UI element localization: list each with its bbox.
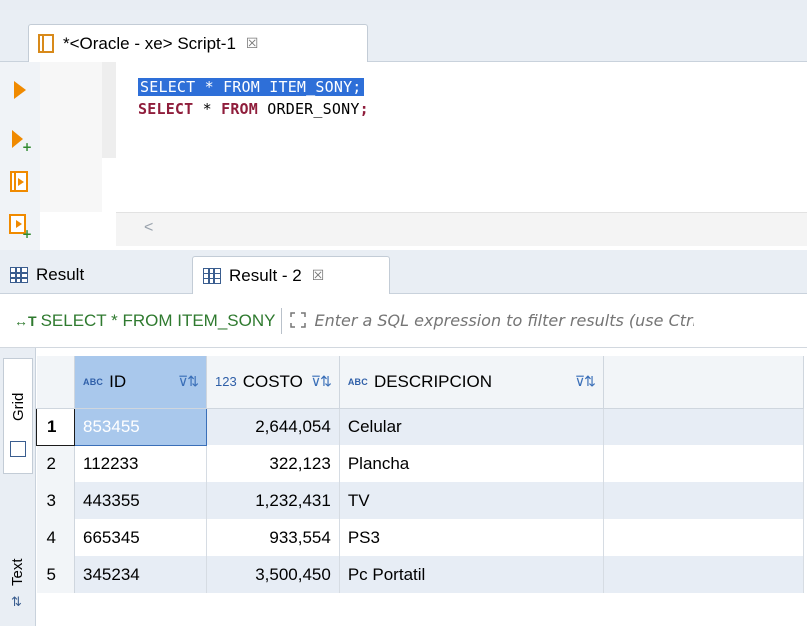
column-header-descripcion[interactable]: ABC DESCRIPCION ⊽⇅: [339, 356, 604, 409]
tab-result-2[interactable]: Result - 2 ☒: [192, 256, 390, 294]
tab-grid-label: Grid: [10, 392, 27, 421]
result-tab-bar: Result Result - 2 ☒: [0, 250, 807, 294]
cell-empty: [603, 408, 804, 445]
row-number[interactable]: 4: [36, 519, 75, 556]
empty-header: [603, 356, 804, 409]
results-grid: ABC ID ⊽⇅ 123 COSTO ⊽⇅ ABC DESCRIPCION ⊽⇅ 1 85…: [36, 356, 807, 593]
cell-costo[interactable]: 933,554: [206, 519, 340, 556]
grid-corner[interactable]: [36, 356, 75, 409]
row-number[interactable]: 2: [36, 445, 75, 482]
cell-empty: [603, 445, 804, 482]
svg-text:+: +: [22, 140, 32, 152]
query-label[interactable]: ↔T SELECT * FROM ITEM_SONY: [0, 311, 275, 331]
execution-toolbar: + +: [0, 62, 40, 250]
filter-input[interactable]: [314, 311, 695, 330]
sql-text: *: [193, 100, 222, 118]
cell-id[interactable]: 112233: [74, 445, 207, 482]
cell-descripcion[interactable]: Celular: [339, 408, 604, 445]
sql-keyword: SELECT: [138, 100, 194, 118]
cell-costo[interactable]: 3,500,450: [206, 556, 340, 593]
horizontal-scrollbar[interactable]: <: [116, 212, 807, 246]
table-row[interactable]: 2 112233 322,123 Plancha: [36, 445, 804, 482]
filter-sort-icon[interactable]: ⊽⇅: [311, 373, 332, 390]
cell-empty: [603, 482, 804, 519]
column-name: DESCRIPCION: [373, 371, 493, 391]
text-icon: ⇅: [11, 594, 22, 609]
tab-result-2-label: Result - 2: [229, 265, 302, 285]
execute-statement-icon[interactable]: [8, 78, 32, 102]
table-row[interactable]: 4 665345 933,554 PS3: [36, 519, 804, 556]
execute-new-tab-icon[interactable]: +: [8, 128, 32, 154]
tab-text-label: Text: [9, 558, 26, 586]
cell-descripcion[interactable]: TV: [339, 482, 604, 519]
tab-text[interactable]: Text ⇅: [3, 528, 33, 618]
cell-costo[interactable]: 1,232,431: [206, 482, 340, 519]
column-header-costo[interactable]: 123 COSTO ⊽⇅: [206, 356, 340, 409]
table-row[interactable]: 3 443355 1,232,431 TV: [36, 482, 804, 519]
close-icon[interactable]: ☒: [312, 267, 325, 284]
svg-text:+: +: [22, 227, 32, 238]
tab-result-label: Result: [36, 265, 85, 284]
execute-script-new-tab-icon[interactable]: +: [8, 214, 32, 241]
sql-text: ORDER_SONY: [258, 100, 360, 118]
text-type-icon: ABC: [83, 376, 104, 387]
view-mode-tabs: Grid Text ⇅: [0, 348, 36, 626]
cell-id[interactable]: 443355: [74, 482, 207, 519]
grid-icon: [10, 267, 28, 283]
row-number[interactable]: 1: [36, 407, 75, 446]
editor-tab-bar: *<Oracle - xe> Script-1 ☒: [0, 10, 807, 62]
row-number[interactable]: 5: [36, 556, 75, 593]
cell-descripcion[interactable]: Plancha: [339, 445, 604, 482]
column-name: ID: [109, 371, 127, 391]
cell-descripcion[interactable]: PS3: [339, 519, 604, 556]
text-type-icon: ABC: [347, 376, 368, 387]
divider: [281, 307, 283, 334]
cell-empty: [603, 519, 804, 556]
close-icon[interactable]: ☒: [246, 35, 259, 52]
tab-grid[interactable]: Grid: [3, 358, 33, 474]
window-top-strip: [0, 0, 807, 10]
grid-icon: [10, 441, 26, 457]
script-tab-title: *<Oracle - xe> Script-1: [63, 33, 236, 53]
cell-id[interactable]: 345234: [74, 556, 207, 593]
cell-costo[interactable]: 2,644,054: [206, 408, 340, 445]
script-tab[interactable]: *<Oracle - xe> Script-1 ☒: [28, 24, 368, 62]
sql-script-icon: [37, 33, 57, 55]
sql-editor[interactable]: SELECT * FROM ITEM_SONY; SELECT * FROM O…: [116, 62, 807, 212]
query-text: SELECT * FROM ITEM_SONY: [40, 310, 276, 330]
code-line-2[interactable]: SELECT * FROM ORDER_SONY;: [138, 100, 369, 118]
sql-keyword: FROM: [221, 100, 259, 118]
filter-bar: ↔T SELECT * FROM ITEM_SONY: [0, 294, 807, 348]
cell-id[interactable]: 665345: [74, 519, 207, 556]
column-header-id[interactable]: ABC ID ⊽⇅: [74, 356, 207, 409]
scroll-left-icon[interactable]: <: [144, 219, 153, 237]
cell-costo[interactable]: 322,123: [206, 445, 340, 482]
row-number[interactable]: 3: [36, 482, 75, 519]
filter-sort-icon[interactable]: ⊽⇅: [178, 373, 199, 390]
table-row[interactable]: 1 853455 2,644,054 Celular: [36, 407, 804, 446]
cell-descripcion[interactable]: Pc Portatil: [339, 556, 604, 593]
cell-id[interactable]: 853455: [74, 407, 207, 446]
execute-script-icon[interactable]: [8, 170, 32, 194]
tab-result[interactable]: Result: [0, 256, 186, 294]
line-number-gutter: [40, 62, 102, 212]
code-line-1[interactable]: SELECT * FROM ITEM_SONY;: [138, 78, 364, 96]
column-name: COSTO: [242, 371, 303, 391]
ruler-column: [102, 62, 116, 158]
number-type-icon: 123: [215, 374, 237, 390]
grid-icon: [203, 267, 221, 284]
query-icon: ↔T: [14, 312, 37, 329]
expand-icon[interactable]: [288, 311, 308, 331]
filter-sort-icon[interactable]: ⊽⇅: [575, 373, 596, 390]
sql-semicolon: ;: [359, 100, 369, 118]
table-row[interactable]: 5 345234 3,500,450 Pc Portatil: [36, 556, 804, 593]
cell-empty: [603, 556, 804, 593]
